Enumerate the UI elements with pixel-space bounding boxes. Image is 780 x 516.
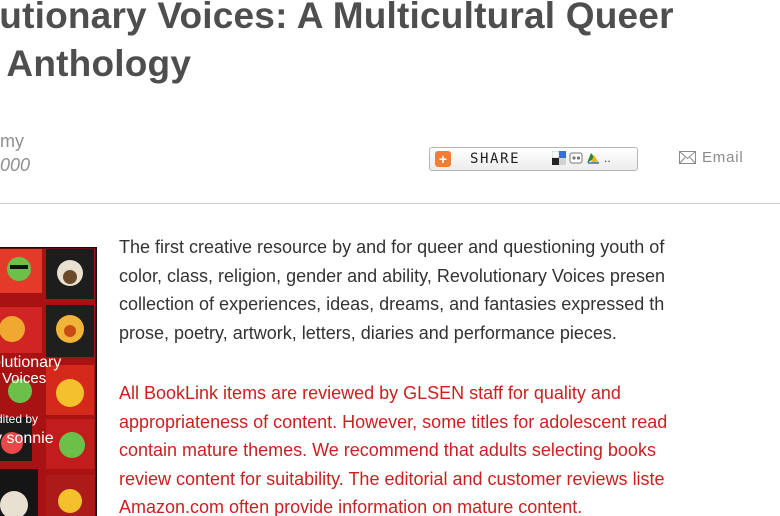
publication-year: 000 [0,155,31,175]
cover-editor-2: y sonnie [0,430,54,447]
cover-editor-1: dited by [0,412,38,426]
title-line-1: olutionary Voices: A Multicultural Queer [0,0,674,36]
description-line: collection of experiences, ideas, dreams… [119,294,665,314]
header-divider [0,203,780,204]
disclaimer-line: contain mature themes. We recommend that… [119,440,656,460]
disclaimer-line: Amazon.com often provide information on … [119,497,583,516]
cover-title-2: Voices [2,370,46,387]
content-disclaimer: All BookLink items are reviewed by GLSEN… [119,379,780,516]
disclaimer-line: review content for suitability. The edit… [119,468,665,489]
share-label: SHARE [470,151,521,167]
favorites-icon[interactable] [586,151,600,165]
envelope-icon [679,151,696,164]
cover-art: olutionary Voices dited by y sonnie [0,247,97,516]
share-more[interactable]: .. [604,151,611,165]
disclaimer-line: All BookLink items are reviewed by GLSEN… [119,383,621,403]
delicious-icon[interactable] [552,151,566,165]
share-services: .. [552,151,611,165]
title-line-2: th Anthology [0,43,192,84]
book-cover-image[interactable]: olutionary Voices dited by y sonnie [0,247,97,516]
book-description: The first creative resource by and for q… [119,233,780,347]
description-line: The first creative resource by and for q… [119,237,665,257]
author-name[interactable]: my [0,131,24,152]
email-link[interactable]: Email [679,149,744,166]
description-line: color, class, religion, gender and abili… [119,265,665,286]
share-button[interactable]: + SHARE .. [429,147,638,171]
description-line: prose, poetry, artwork, letters, diaries… [119,322,617,343]
disclaimer-line: appropriateness of content. However, som… [119,411,668,432]
book-page: olutionary Voices: A Multicultural Queer… [0,0,780,516]
page-title: olutionary Voices: A Multicultural Queer… [0,0,780,88]
digg-icon[interactable] [569,151,583,165]
cover-title-1: olutionary [0,354,61,371]
addthis-plus-icon: + [435,151,451,167]
email-label: Email [702,149,744,166]
